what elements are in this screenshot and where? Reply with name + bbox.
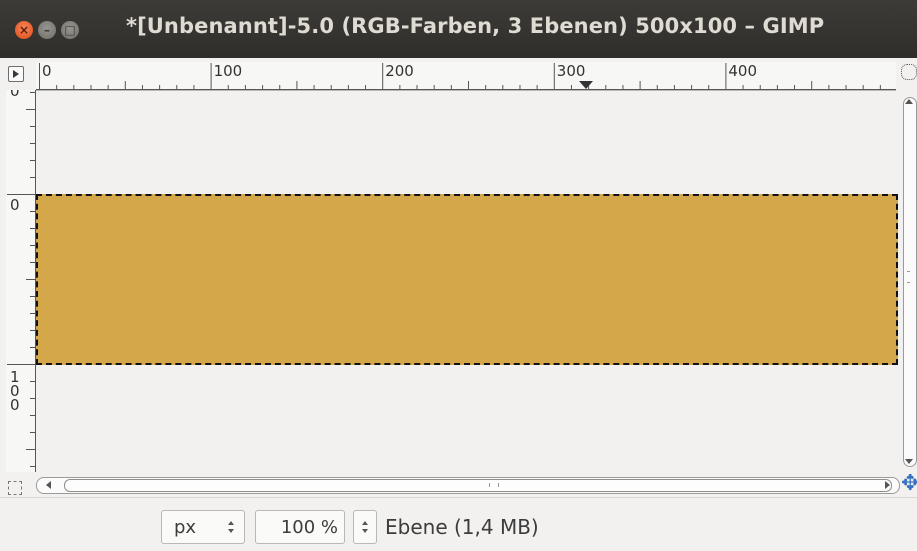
ruler-label: 400 [728,62,757,80]
zoom-input[interactable]: 100 % [255,510,345,544]
window-title: *[Unbenannt]-5.0 (RGB-Farben, 3 Ebenen) … [126,14,825,38]
vertical-ruler[interactable]: 00100 [6,90,37,472]
quick-mask-icon[interactable] [8,481,22,495]
scroll-down-icon[interactable] [905,459,913,464]
zoom-toggle-icon[interactable] [901,64,917,80]
ruler-label: 300 [557,62,586,80]
scroll-up-icon[interactable] [905,99,913,104]
image-menu-button[interactable] [8,66,24,82]
chevron-down-icon [228,529,234,533]
zoom-up-icon[interactable] [362,521,368,525]
scroll-grip-icon [907,271,910,283]
navigate-icon[interactable]: ✥ [901,474,917,494]
scroll-left-icon[interactable] [46,481,51,489]
zoom-spinner[interactable] [353,510,377,544]
close-icon: × [18,23,30,37]
unit-selector[interactable]: px [161,510,245,544]
chevron-up-icon [228,521,234,525]
ruler-label: 100 [214,62,243,80]
layer-canvas[interactable] [36,194,898,365]
close-button[interactable]: × [15,21,33,39]
pointer-marker-icon [579,81,593,89]
zoom-down-icon[interactable] [362,529,368,533]
minimize-icon: – [44,23,50,37]
zoom-value: 100 % [280,517,338,538]
horizontal-scrollbar[interactable] [36,475,900,495]
ruler-label: 0 [10,196,20,214]
maximize-icon: □ [64,23,76,37]
title-bar: × – □ *[Unbenannt]-5.0 (RGB-Farben, 3 Eb… [0,0,917,58]
ruler-label: 0 [10,396,20,414]
scroll-thumb[interactable] [64,479,892,492]
status-bar: px 100 % Ebene (1,4 MB) [0,497,917,551]
vertical-scrollbar[interactable] [902,91,917,472]
layer-info-label: Ebene (1,4 MB) [385,515,539,539]
ruler-label: 200 [385,62,414,80]
scroll-right-icon[interactable] [885,481,890,489]
minimize-button[interactable]: – [38,21,56,39]
horizontal-ruler[interactable]: 0 100 200 300 400 [36,62,896,91]
maximize-button[interactable]: □ [61,21,79,39]
unit-value: px [174,517,197,538]
ruler-label: 0 [10,90,20,100]
ruler-label: 0 [42,62,52,80]
